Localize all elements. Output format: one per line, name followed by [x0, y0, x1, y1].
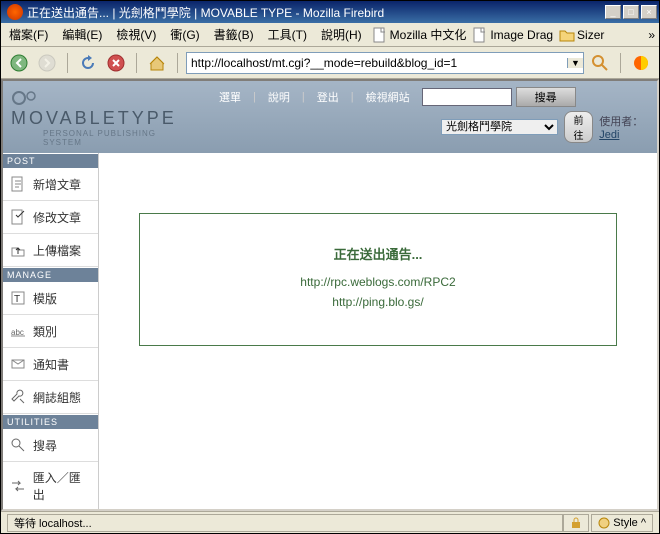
reload-button[interactable] — [76, 51, 100, 75]
nav-logout[interactable]: 登出 — [309, 87, 347, 107]
user-info: 使用者：Jedi — [599, 113, 649, 141]
ping-message-box: 正在送出通告... http://rpc.weblogs.com/RPC2 ht… — [139, 213, 617, 346]
status-style[interactable]: Style ^ — [591, 514, 653, 532]
ping-url: http://rpc.weblogs.com/RPC2 — [160, 275, 596, 289]
stop-button[interactable] — [104, 51, 128, 75]
sidebar-item-config[interactable]: 網誌組態 — [3, 381, 98, 414]
back-button[interactable] — [7, 51, 31, 75]
menu-view[interactable]: 檢視(V) — [112, 24, 160, 45]
svg-text:T: T — [14, 294, 20, 305]
page-icon — [372, 27, 388, 43]
separator — [177, 53, 178, 73]
nav-viewsite[interactable]: 檢視網站 — [358, 87, 418, 107]
sidebar-item-new-entry[interactable]: 新增文章 — [3, 168, 98, 201]
minimize-button[interactable]: _ — [605, 5, 621, 19]
import-export-icon — [9, 477, 27, 495]
logo-text: MOVABLETYPE — [11, 108, 177, 128]
throbber — [629, 51, 653, 75]
menu-file[interactable]: 檔案(F) — [5, 24, 52, 45]
menu-edit[interactable]: 編輯(E) — [58, 24, 106, 45]
url-dropdown[interactable]: ▼ — [567, 58, 583, 68]
chevron-up-icon: ^ — [641, 517, 646, 529]
edit-icon — [9, 208, 27, 226]
new-entry-icon — [9, 175, 27, 193]
search-button[interactable] — [588, 51, 612, 75]
sidebar-item-upload[interactable]: 上傳檔案 — [3, 234, 98, 267]
lock-icon — [570, 517, 582, 529]
sidebar: POST 新增文章 修改文章 上傳檔案 MANAGE T模版 abc類別 通知書… — [3, 153, 99, 509]
category-icon: abc — [9, 322, 27, 340]
bookmark-label: Image Drag — [490, 28, 553, 42]
url-input[interactable] — [187, 56, 567, 70]
main-content: 正在送出通告... http://rpc.weblogs.com/RPC2 ht… — [99, 153, 657, 509]
sidebar-item-edit-entry[interactable]: 修改文章 — [3, 201, 98, 234]
mail-icon — [9, 355, 27, 373]
ping-heading: 正在送出通告... — [160, 244, 596, 263]
ping-url: http://ping.blo.gs/ — [160, 295, 596, 309]
bookmark-label: Mozilla 中文化 — [390, 26, 467, 43]
upload-icon — [9, 241, 27, 259]
blog-selector[interactable]: 光劍格鬥學院 — [441, 119, 558, 135]
app-icon — [7, 4, 23, 20]
top-nav: 選單| 說明| 登出| 檢視網站 搜尋 — [211, 87, 649, 107]
sidebar-header-post: POST — [3, 153, 98, 168]
nav-help[interactable]: 說明 — [260, 87, 298, 107]
close-button[interactable]: × — [641, 5, 657, 19]
overflow-chevron[interactable]: » — [648, 28, 655, 42]
separator — [620, 53, 621, 73]
palette-icon — [598, 517, 610, 529]
search-input[interactable] — [422, 88, 512, 106]
bookmark-imagedrag[interactable]: Image Drag — [472, 27, 553, 43]
separator — [67, 53, 68, 73]
menu-help[interactable]: 說明(H) — [317, 24, 366, 45]
bookmark-sizer[interactable]: Sizer — [559, 27, 604, 43]
menu-bookmarks[interactable]: 書籤(B) — [210, 24, 258, 45]
page-icon — [472, 27, 488, 43]
separator — [136, 53, 137, 73]
sidebar-item-search[interactable]: 搜尋 — [3, 429, 98, 462]
folder-icon — [559, 27, 575, 43]
status-text: 等待 localhost... — [7, 514, 563, 532]
sidebar-item-import[interactable]: 匯入／匯出 — [3, 462, 98, 509]
sidebar-item-categories[interactable]: abc類別 — [3, 315, 98, 348]
browser-content: MOVABLETYPE PERSONAL PUBLISHING SYSTEM 選… — [1, 79, 659, 511]
sidebar-item-templates[interactable]: T模版 — [3, 282, 98, 315]
bookmark-label: Sizer — [577, 28, 604, 42]
bookmark-mozilla[interactable]: Mozilla 中文化 — [372, 26, 467, 43]
mt-logo: MOVABLETYPE PERSONAL PUBLISHING SYSTEM — [11, 87, 191, 147]
user-link[interactable]: Jedi — [599, 129, 619, 141]
go-button[interactable]: 前往 — [564, 111, 594, 143]
sidebar-header-utilities: UTILITIES — [3, 414, 98, 429]
sidebar-item-notifications[interactable]: 通知書 — [3, 348, 98, 381]
search-button[interactable]: 搜尋 — [516, 87, 576, 107]
template-icon: T — [9, 289, 27, 307]
search-icon — [9, 436, 27, 454]
wrench-icon — [9, 388, 27, 406]
logo-subtitle: PERSONAL PUBLISHING SYSTEM — [11, 129, 191, 147]
status-security-icon[interactable] — [563, 514, 589, 532]
statusbar: 等待 localhost... Style ^ — [1, 511, 659, 533]
menubar: 檔案(F) 編輯(E) 檢視(V) 衝(G) 書籤(B) 工具(T) 說明(H)… — [1, 23, 659, 47]
maximize-button[interactable]: □ — [623, 5, 639, 19]
toolbar: ▼ — [1, 47, 659, 79]
window-title: 正在送出通告... | 光劍格鬥學院 | MOVABLE TYPE - Mozi… — [27, 4, 605, 21]
nav-menu[interactable]: 選單 — [211, 87, 249, 107]
window-titlebar: 正在送出通告... | 光劍格鬥學院 | MOVABLE TYPE - Mozi… — [1, 1, 659, 23]
menu-tools[interactable]: 工具(T) — [264, 24, 311, 45]
address-bar[interactable]: ▼ — [186, 52, 584, 74]
sidebar-header-manage: MANAGE — [3, 267, 98, 282]
gears-icon — [11, 88, 39, 108]
home-button[interactable] — [145, 51, 169, 75]
forward-button[interactable] — [35, 51, 59, 75]
menu-go[interactable]: 衝(G) — [166, 24, 203, 45]
mt-header: MOVABLETYPE PERSONAL PUBLISHING SYSTEM 選… — [3, 81, 657, 153]
